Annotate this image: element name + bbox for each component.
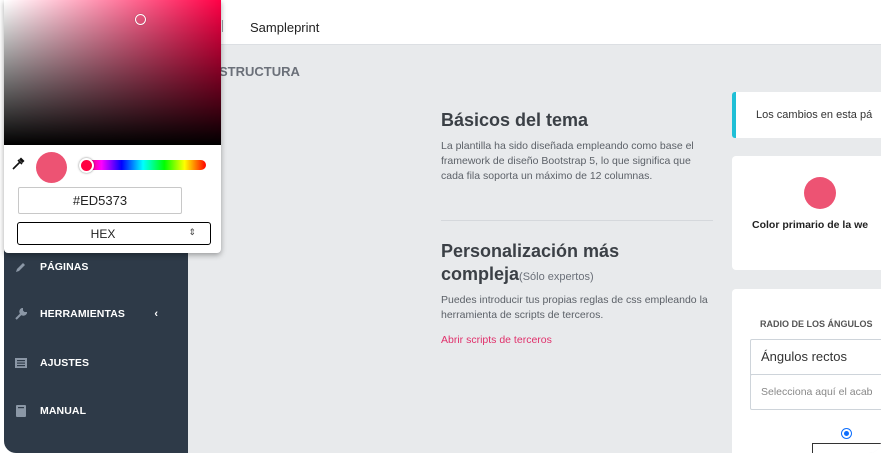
saturation-cursor[interactable]: [135, 14, 146, 25]
finish-placeholder: Selecciona aquí el acab: [761, 386, 873, 398]
basics-text: La plantilla ha sido diseñada empleando …: [441, 140, 694, 182]
wrench-icon: [14, 307, 28, 321]
corner-style-select[interactable]: Ángulos rectos: [750, 339, 881, 375]
open-third-party-scripts-link[interactable]: Abrir scripts de terceros: [441, 334, 552, 346]
hue-slider[interactable]: [80, 160, 206, 170]
finish-select[interactable]: Selecciona aquí el acab: [750, 374, 881, 410]
sidebar-item-label: AJUSTES: [40, 357, 90, 369]
color-picker-popup: HEX ⇕: [4, 0, 221, 253]
primary-color-card: Color primario de la we: [732, 156, 881, 270]
page-title: STRUCTURA: [219, 64, 300, 79]
alert-text: Los cambios en esta pá: [756, 109, 873, 121]
chevron-left-icon[interactable]: ‹: [154, 308, 158, 320]
custom-title-suffix: (Sólo expertos): [519, 271, 594, 283]
corner-style-value: Ángulos rectos: [761, 349, 847, 364]
sidebar-item-label: HERRAMIENTAS: [40, 308, 126, 320]
custom-title: Personalización más compleja(Sólo expert…: [441, 240, 681, 289]
sidebar-item-label: PÁGINAS: [40, 261, 89, 273]
custom-text: Puedes introducir tus propias reglas de …: [441, 294, 708, 321]
list-icon: [14, 356, 28, 370]
site-name[interactable]: Sampleprint: [250, 20, 319, 35]
eyedropper-icon[interactable]: [12, 156, 26, 170]
sidebar-item-herramientas[interactable]: HERRAMIENTAS ‹: [4, 292, 188, 336]
primary-color-label: Color primario de la we: [752, 219, 869, 231]
sidebar-item-ajustes[interactable]: AJUSTES: [4, 341, 188, 385]
color-format-value: HEX: [90, 227, 116, 241]
pencil-icon: [14, 260, 28, 274]
sidebar-item-manual[interactable]: MANUAL: [4, 389, 188, 433]
radio-option-box: [812, 443, 881, 453]
current-color-swatch: [36, 152, 67, 183]
menu-toggle-icon[interactable]: [222, 20, 226, 32]
corner-radius-header: RADIO DE LOS ÁNGULOS: [760, 319, 873, 329]
color-format-select[interactable]: HEX ⇕: [17, 222, 211, 245]
radio-option[interactable]: [841, 428, 852, 439]
info-alert: Los cambios en esta pá: [732, 92, 881, 138]
basics-title: Básicos del tema: [441, 110, 589, 130]
select-arrows-icon: ⇕: [188, 227, 196, 237]
sidebar-item-label: MANUAL: [40, 405, 87, 417]
hue-slider-handle[interactable]: [79, 158, 94, 173]
divider: [441, 220, 713, 221]
hex-input[interactable]: [18, 187, 182, 214]
corner-radius-card: RADIO DE LOS ÁNGULOS Ángulos rectos Sele…: [732, 289, 881, 453]
primary-color-swatch[interactable]: [804, 177, 836, 209]
saturation-value-area[interactable]: [4, 0, 221, 145]
book-icon: [14, 404, 28, 418]
